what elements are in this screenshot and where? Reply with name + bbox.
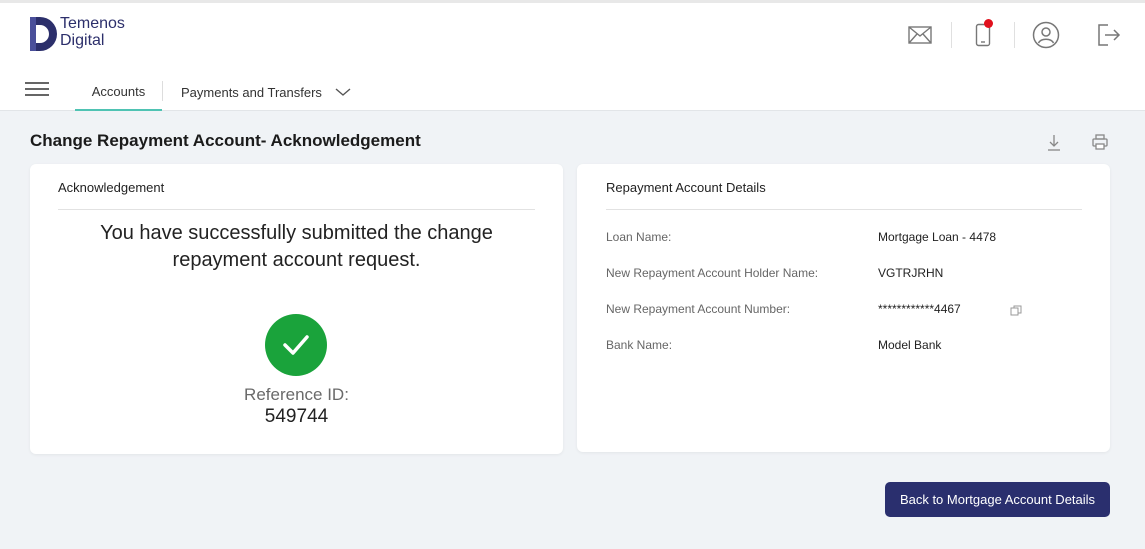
account-number-value: ************4467 [878, 302, 961, 316]
bank-name-label: Bank Name: [606, 338, 673, 352]
mail-button[interactable] [904, 19, 936, 51]
profile-icon [1032, 21, 1060, 49]
acknowledgement-heading: Acknowledgement [58, 180, 165, 195]
temenos-logo-icon [30, 17, 57, 51]
acknowledgement-card: Acknowledgement You have successfully su… [30, 164, 563, 454]
success-check-icon [265, 314, 327, 376]
logout-icon [1098, 24, 1121, 46]
details-heading: Repayment Account Details [606, 180, 766, 195]
brand-line2: Digital [60, 32, 105, 49]
notification-dot [984, 19, 993, 28]
download-icon[interactable] [1046, 133, 1062, 153]
logout-button[interactable] [1093, 19, 1125, 51]
header-separator [1014, 22, 1015, 48]
reference-label: Reference ID: [244, 385, 349, 404]
repayment-details-card: Repayment Account Details Loan Name: Mor… [577, 164, 1110, 452]
chevron-down-icon[interactable] [334, 83, 352, 101]
tab-payments-and-transfers[interactable]: Payments and Transfers [181, 73, 322, 111]
back-to-mortgage-button[interactable]: Back to Mortgage Account Details [885, 482, 1110, 517]
mobile-button[interactable] [967, 19, 999, 51]
header-separator [951, 22, 952, 48]
divider [58, 209, 535, 210]
success-message: You have successfully submitted the chan… [100, 222, 493, 271]
hamburger-menu-icon[interactable] [25, 82, 49, 100]
copy-icon[interactable] [1010, 305, 1022, 317]
app-header: Temenos Digital Accounts Payments and Tr… [0, 3, 1145, 111]
print-icon[interactable] [1091, 133, 1109, 151]
holder-name-label: New Repayment Account Holder Name: [606, 266, 819, 280]
loan-name-value: Mortgage Loan - 4478 [878, 230, 997, 244]
reference-id: 549744 [264, 406, 329, 427]
divider [606, 209, 1082, 210]
tab-accounts[interactable]: Accounts [75, 73, 162, 111]
header-spacer [1077, 22, 1078, 48]
page-title: Change Repayment Account- Acknowledgemen… [30, 131, 421, 150]
account-number-label: New Repayment Account Number: [606, 302, 791, 316]
loan-name-label: Loan Name: [606, 230, 672, 244]
mail-icon [908, 26, 932, 44]
tab-separator [162, 81, 163, 101]
main-nav: Accounts Payments and Transfers [0, 73, 1145, 111]
holder-name-value: VGTRJRHN [878, 266, 944, 280]
brand-logo[interactable]: Temenos Digital [28, 15, 125, 53]
brand-line1: Temenos [60, 15, 125, 32]
profile-button[interactable] [1030, 19, 1062, 51]
bank-name-value: Model Bank [878, 338, 942, 352]
